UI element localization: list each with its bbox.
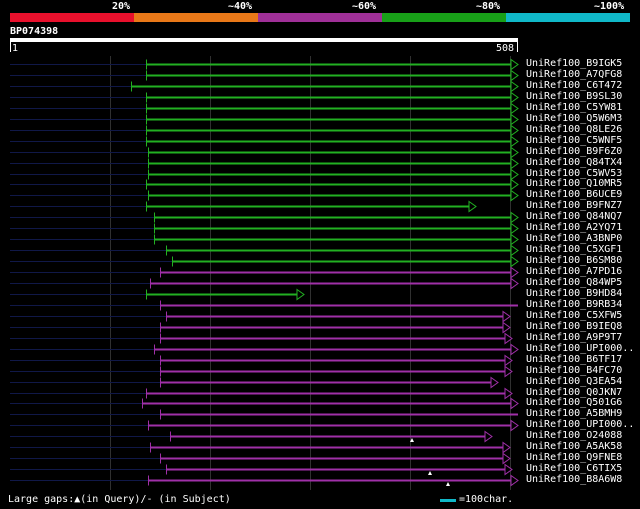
hit-label[interactable]: UniRef100_C5WNF5 bbox=[526, 136, 622, 146]
hit-label[interactable]: UniRef100_B9SL30 bbox=[526, 92, 622, 102]
hit-arrow bbox=[502, 441, 511, 454]
hit-arrow bbox=[502, 321, 511, 334]
hit-arrow bbox=[510, 233, 519, 246]
hit-label[interactable]: UniRef100_B4FC70 bbox=[526, 366, 622, 376]
hit-label[interactable]: UniRef100_Q3EA54 bbox=[526, 377, 622, 387]
hit-label[interactable]: UniRef100_C5YW81 bbox=[526, 103, 622, 113]
hit-arrow bbox=[510, 157, 519, 170]
hit-arrow bbox=[510, 211, 519, 224]
hit-label[interactable]: UniRef100_A9P9T7 bbox=[526, 333, 622, 343]
hit-label[interactable]: UniRef100_B6SM80 bbox=[526, 256, 622, 266]
hit-label[interactable]: UniRef100_B9IGK5 bbox=[526, 59, 622, 69]
hit-label[interactable]: UniRef100_C5XGF1 bbox=[526, 245, 622, 255]
hit-label[interactable]: UniRef100_B6TF17 bbox=[526, 355, 622, 365]
hit-arrow bbox=[490, 376, 499, 389]
hit-label[interactable]: UniRef100_Q8LE26 bbox=[526, 125, 622, 135]
hit-label[interactable]: UniRef100_B9HD84 bbox=[526, 289, 622, 299]
hit-label[interactable]: UniRef100_B6UCE9 bbox=[526, 190, 622, 200]
hit-arrow bbox=[510, 419, 519, 432]
hit-arrow bbox=[502, 310, 511, 323]
hit-arrow bbox=[296, 288, 305, 301]
scale-bar bbox=[440, 499, 456, 502]
hit-label[interactable]: UniRef100_A2YQ71 bbox=[526, 223, 622, 233]
hit-label[interactable]: UniRef100_C5XFW5 bbox=[526, 311, 622, 321]
hit-arrow bbox=[510, 244, 519, 257]
hit-arrow bbox=[510, 397, 519, 410]
hit-label[interactable]: UniRef100_A5BMH9 bbox=[526, 409, 622, 419]
hit-arrow bbox=[510, 222, 519, 235]
hit-label[interactable]: UniRef100_Q9FNE8 bbox=[526, 453, 622, 463]
hit-label[interactable]: UniRef100_Q84TX4 bbox=[526, 158, 622, 168]
hit-arrow bbox=[510, 69, 519, 82]
hit-arrow bbox=[510, 91, 519, 104]
hit-label[interactable]: UniRef100_Q5W6M3 bbox=[526, 114, 622, 124]
hit-label[interactable]: UniRef100_UPI000.. bbox=[526, 344, 634, 354]
hit-label[interactable]: UniRef100_Q501G6 bbox=[526, 398, 622, 408]
hit-arrow bbox=[510, 178, 519, 191]
hit-label[interactable]: UniRef100_C6T472 bbox=[526, 81, 622, 91]
query-gap-marker bbox=[428, 471, 432, 475]
hit-label[interactable]: UniRef100_B9F6Z0 bbox=[526, 147, 622, 157]
hit-arrow bbox=[510, 146, 519, 159]
hit-label[interactable]: UniRef100_B8A6W8 bbox=[526, 475, 622, 485]
hit-arrow bbox=[510, 58, 519, 71]
hit-label[interactable]: UniRef100_A7PD16 bbox=[526, 267, 622, 277]
hit-label[interactable]: UniRef100_O24088 bbox=[526, 431, 622, 441]
hit-arrow bbox=[510, 102, 519, 115]
query-gap-marker bbox=[446, 482, 450, 486]
hit-label[interactable]: UniRef100_Q84NQ7 bbox=[526, 212, 622, 222]
hit-arrow bbox=[510, 266, 519, 279]
hit-arrow bbox=[510, 80, 519, 93]
gap-legend: Large gaps:▲(in Query)/- (in Subject) bbox=[8, 494, 231, 505]
hit-label[interactable]: UniRef100_B9RB34 bbox=[526, 300, 622, 310]
hit-arrow bbox=[510, 113, 519, 126]
hit-arrow bbox=[510, 474, 519, 487]
hit-arrow bbox=[484, 430, 493, 443]
hit-arrow bbox=[510, 124, 519, 137]
hit-label[interactable]: UniRef100_B9IEQ8 bbox=[526, 322, 622, 332]
hit-arrow bbox=[510, 135, 519, 148]
hit-arrow bbox=[510, 277, 519, 290]
hit-label[interactable]: UniRef100_C6TIX5 bbox=[526, 464, 622, 474]
hit-arrow bbox=[502, 452, 511, 465]
scale-label: =100char. bbox=[459, 494, 514, 505]
hit-arrow bbox=[468, 200, 477, 213]
hit-arrow bbox=[510, 189, 519, 202]
hit-label[interactable]: UniRef100_A5AK58 bbox=[526, 442, 622, 452]
hit-label[interactable]: UniRef100_Q10MR5 bbox=[526, 179, 622, 189]
hit-label[interactable]: UniRef100_UPI000.. bbox=[526, 420, 634, 430]
hit-label[interactable]: UniRef100_A3BNP0 bbox=[526, 234, 622, 244]
hit-arrow bbox=[510, 255, 519, 268]
hit-label[interactable]: UniRef100_A7QFG8 bbox=[526, 70, 622, 80]
hit-arrow bbox=[510, 168, 519, 181]
hit-arrow bbox=[510, 343, 519, 356]
hit-label[interactable]: UniRef100_Q84WP5 bbox=[526, 278, 622, 288]
hit-label[interactable]: UniRef100_B9FNZ7 bbox=[526, 201, 622, 211]
